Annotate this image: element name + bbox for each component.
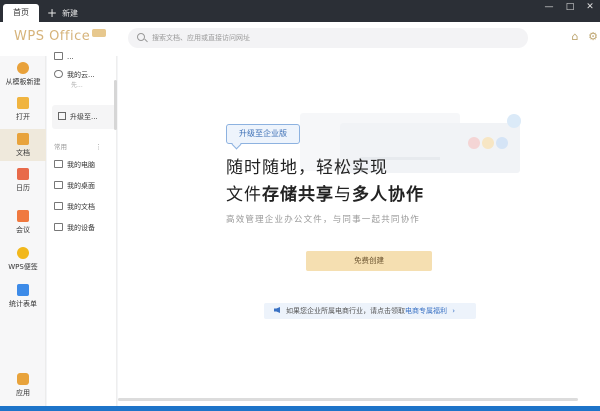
- nav-apps[interactable]: 应用: [0, 373, 46, 401]
- folder-icon: [17, 97, 29, 109]
- nav-template-label: 从模板新建: [5, 78, 41, 86]
- logo-badge: [92, 29, 107, 37]
- my-computer-label: 我的电脑: [67, 161, 95, 169]
- minimize-icon[interactable]: —: [540, 0, 558, 14]
- nav-meeting[interactable]: 会议: [0, 210, 46, 238]
- note-icon: [17, 247, 29, 259]
- upgrade-label: 升级至...: [70, 113, 98, 121]
- nav-notes[interactable]: WPS便签: [0, 247, 46, 275]
- device-icon: [54, 223, 63, 231]
- my-desktop-item[interactable]: 我的桌面: [54, 179, 114, 193]
- template-icon: [17, 62, 29, 74]
- more-icon[interactable]: ⋮: [95, 140, 105, 154]
- taskbar-strip: [0, 406, 600, 411]
- nav-meeting-label: 会议: [16, 226, 30, 234]
- speaker-icon: [274, 307, 280, 313]
- list-item-label: ...: [67, 53, 74, 61]
- maximize-icon[interactable]: □: [561, 0, 579, 14]
- illustration-dot-red: [468, 137, 480, 149]
- nav-template[interactable]: 从模板新建: [0, 62, 46, 90]
- calendar-icon: [17, 168, 29, 180]
- title-bar: 首页 + 新建 — □ ✕: [0, 0, 600, 22]
- nav-forms-label: 统计表单: [9, 300, 37, 308]
- search-placeholder: 搜索文档、应用或直接访问网址: [152, 34, 250, 42]
- form-icon: [17, 284, 29, 296]
- my-devices-item[interactable]: 我的设备: [54, 221, 114, 235]
- documents-folder-icon: [54, 202, 63, 210]
- my-desktop-label: 我的桌面: [67, 182, 95, 190]
- close-icon[interactable]: ✕: [581, 0, 599, 14]
- headline-part-b: 存储共享: [262, 185, 334, 205]
- desktop-icon: [54, 181, 63, 189]
- nav-open-label: 打开: [16, 113, 30, 121]
- ecommerce-benefit-link[interactable]: 电商专属福利: [405, 307, 447, 315]
- free-create-button[interactable]: 免费创建: [306, 251, 432, 271]
- headline-part-a: 文件: [226, 185, 262, 205]
- promo-notice[interactable]: 如果您企业所属电商行业，请点击领取电商专属福利 ›: [264, 303, 476, 319]
- nav-forms[interactable]: 统计表单: [0, 284, 46, 312]
- wps-logo: WPS Office: [14, 29, 107, 44]
- search-icon: [137, 33, 145, 41]
- new-tab-button[interactable]: + 新建: [47, 4, 78, 22]
- nav-apps-label: 应用: [16, 389, 30, 397]
- headline-line-2: 文件存储共享与多人协作: [226, 180, 424, 205]
- illustration-dot-blue: [496, 137, 508, 149]
- nav-notes-label: WPS便签: [8, 263, 38, 271]
- nav-documents[interactable]: 文档: [0, 129, 46, 161]
- horizontal-scrollbar[interactable]: [118, 398, 578, 401]
- apps-icon: [17, 373, 29, 385]
- nav-calendar[interactable]: 日历: [0, 168, 46, 196]
- upgrade-icon: [58, 112, 66, 120]
- headline-subtitle: 高效管理企业办公文件，与同事一起共同协作: [226, 215, 421, 225]
- tab-home[interactable]: 首页: [3, 4, 39, 22]
- search-input[interactable]: 搜索文档、应用或直接访问网址: [128, 28, 528, 48]
- headline-part-d: 多人协作: [352, 185, 424, 205]
- computer-icon: [54, 160, 63, 168]
- upgrade-enterprise-badge[interactable]: 升级至企业版: [226, 124, 300, 144]
- notice-text: 如果您企业所属电商行业，请点击领取: [286, 307, 405, 315]
- my-computer-item[interactable]: 我的电脑: [54, 158, 114, 172]
- section-label: 常用: [54, 143, 67, 151]
- left-nav: 从模板新建 打开 文档 日历 会议 WPS便签 统计表单 应用: [0, 56, 46, 406]
- my-documents-label: 我的文档: [67, 203, 95, 211]
- illustration-dot-yellow: [482, 137, 494, 149]
- list-item[interactable]: ...: [54, 50, 114, 64]
- cloud-docs-label: 我的云...: [67, 71, 95, 79]
- headline-line-1: 随时随地，轻松实现: [226, 158, 388, 178]
- chevron-right-icon: ›: [452, 307, 456, 315]
- my-devices-label: 我的设备: [67, 224, 95, 232]
- nav-calendar-label: 日历: [16, 184, 30, 192]
- settings-icon[interactable]: ⚙: [587, 31, 599, 43]
- my-documents-item[interactable]: 我的文档: [54, 200, 114, 214]
- folder-icon: [54, 52, 63, 60]
- plus-icon: +: [47, 6, 58, 20]
- main-content: [118, 56, 600, 406]
- panel-scrollbar[interactable]: [114, 80, 117, 130]
- new-tab-label: 新建: [62, 9, 79, 18]
- document-icon: [17, 133, 29, 145]
- documents-panel: ... 我的云... 先... 升级至... 常用 ⋮ 我的电脑 我的桌面 我的…: [47, 52, 156, 406]
- headline-part-c: 与: [334, 185, 352, 205]
- logo-text: WPS Office: [14, 29, 91, 44]
- meeting-icon: [17, 210, 29, 222]
- cloud-icon: [54, 70, 63, 78]
- nav-documents-label: 文档: [16, 149, 30, 157]
- nav-open[interactable]: 打开: [0, 97, 46, 125]
- illustration-bubble: [507, 114, 521, 128]
- skin-icon[interactable]: ⌂: [569, 31, 581, 43]
